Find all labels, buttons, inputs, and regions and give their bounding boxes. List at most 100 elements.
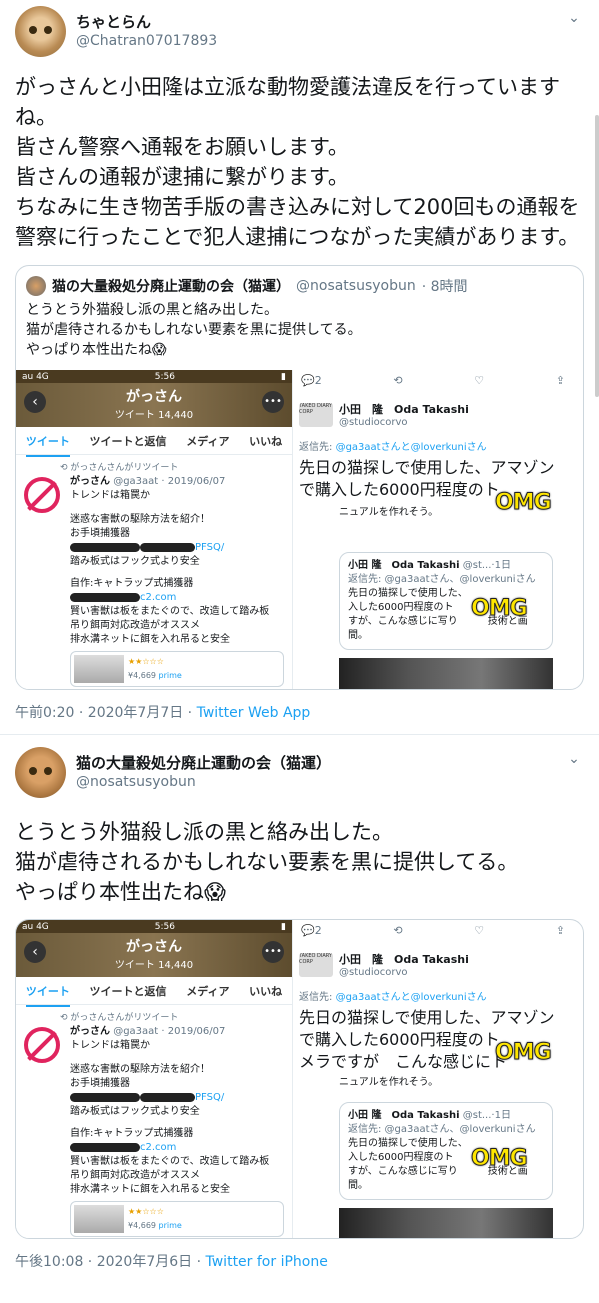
scrollbar[interactable] <box>595 115 599 397</box>
reply-to: 返信先: @ga3aatさんと@loverkuniさん <box>299 992 487 1003</box>
feed-meta: @ga3aat · 2019/06/07 <box>113 476 226 487</box>
display-name[interactable]: ちゃとらん <box>76 12 217 32</box>
redaction <box>70 1092 140 1102</box>
back-arrow-icon: ‹ <box>24 391 46 413</box>
chevron-down-icon[interactable]: ⌄ <box>564 751 584 771</box>
avatar-eye <box>44 766 52 775</box>
quoted-avatar <box>26 276 46 296</box>
logo: TAKEO DIARY CORP <box>299 402 333 427</box>
product-card: ★★☆☆☆ ¥4,669 prime <box>70 651 284 687</box>
clock-label: 5:56 <box>154 371 176 382</box>
tweet-meta: 午前0:20 · 2020年7月7日 · Twitter Web App <box>15 690 584 734</box>
source-link[interactable]: Twitter for iPhone <box>206 1254 328 1270</box>
tweet-text: とうとう外猫殺し派の黒と絡み出した。 猫が虐待されるかもしれない要素を黒に提供し… <box>15 820 519 904</box>
other-header: TAKEO DIARY CORP 小田 隆 Oda Takashi @studio… <box>299 401 583 428</box>
back-arrow-icon: ‹ <box>24 941 46 963</box>
feed-line: 排水溝ネットに餌を入れ吊ると安全 <box>70 1184 230 1195</box>
feed-line: 賢い害獣は板をまたぐので、改造して踏み板 <box>70 1156 270 1167</box>
phone-screenshot: au 4G 5:56 ▮ ‹ がっさん ツイート 14,440 ••• ツイート… <box>16 920 293 1238</box>
phone-screenshot: au 4G 5:56 ▮ ‹ がっさん ツイート 14,440 ••• ツイート… <box>16 370 293 689</box>
attached-image[interactable]: au 4G 5:56 ▮ ‹ がっさん ツイート 14,440 ••• ツイート… <box>16 370 583 689</box>
quoted-tweet-header: 猫の大量殺処分廃止運動の会（猫運） @nosatsusyobun · 8時間 <box>16 266 583 296</box>
tab-media: メディア <box>186 434 230 448</box>
product-price: ¥4,669 <box>128 1221 156 1230</box>
tweet-image[interactable]: au 4G 5:56 ▮ ‹ がっさん ツイート 14,440 ••• ツイート… <box>15 919 584 1239</box>
profile-name: がっさん <box>126 389 182 405</box>
inner-reply-to: 返信先: @ga3aatさん、@loverkuniさん <box>348 1124 536 1135</box>
quoted-tweet[interactable]: 猫の大量殺処分廃止運動の会（猫運） @nosatsusyobun · 8時間 と… <box>15 265 584 690</box>
reply-screenshot: 💬2 ⟲ ♡ ⇪ TAKEO DIARY CORP 小田 隆 Oda Takas… <box>299 370 583 689</box>
tab-likes: いいね <box>249 434 283 448</box>
tab-tweets: ツイート <box>25 433 70 457</box>
profile-tabs: ツイート ツイートと返信 メディア いいね <box>16 427 292 457</box>
feed-line: 賢い害獣は板をまたぐので、改造して踏み板 <box>70 606 270 617</box>
inner-reply-to: 返信先: @ga3aatさん、@loverkuniさん <box>348 574 536 585</box>
tweet-header: 猫の大量殺処分廃止運動の会（猫運） @nosatsusyobun ⌄ <box>15 741 584 803</box>
logo: TAKEO DIARY CORP <box>299 952 333 977</box>
tab-media: メディア <box>186 984 230 998</box>
quoted-text: とうとう外猫殺し派の黒と絡み出した。 猫が虐待されるかもしれない要素を黒に提供し… <box>26 302 362 358</box>
profile-banner: ‹ がっさん ツイート 14,440 ••• <box>16 933 292 977</box>
feed-link: PFSQ/ <box>70 541 284 555</box>
product-price: ¥4,669 <box>128 671 156 680</box>
profile-banner: ‹ がっさん ツイート 14,440 ••• <box>16 383 292 427</box>
retweet-label: ⟲ がっさんさんがリツイート <box>60 463 179 473</box>
divider <box>0 734 599 735</box>
prime-badge: prime <box>158 1221 182 1230</box>
like-icon: ♡ <box>474 374 485 387</box>
avatar[interactable] <box>15 746 66 798</box>
profile-feed: ⟲ がっさんさんがリツイート がっさん @ga3aat · 2019/06/07… <box>16 455 292 687</box>
tab-tweets: ツイート <box>25 983 70 1007</box>
more-icon: ••• <box>262 941 284 963</box>
inner-image <box>339 658 553 689</box>
feed-line: お手頃捕獲器 <box>70 528 130 539</box>
like-icon: ♡ <box>474 924 485 937</box>
other-name: 小田 隆 Oda Takashi <box>339 403 469 416</box>
quoted-time: · 8時間 <box>421 279 468 295</box>
profile-tweet-count: ツイート 14,440 <box>114 410 194 421</box>
timestamp[interactable]: 午前0:20 · 2020年7月7日 · <box>15 705 197 721</box>
profile-tweet-count: ツイート 14,440 <box>114 960 194 971</box>
tweet-header: ちゃとらん @Chatran07017893 ⌄ <box>15 0 584 62</box>
feed-link: c2.com <box>70 591 284 605</box>
other-handle: @studiocorvo <box>339 967 408 978</box>
reply-icon: 💬2 <box>301 924 322 937</box>
feed-line: 迷惑な害獣の駆除方法を紹介！ <box>70 514 210 525</box>
author-info: ちゃとらん @Chatran07017893 <box>76 12 217 51</box>
redaction <box>70 592 140 602</box>
user-handle[interactable]: @nosatsusyobun <box>76 773 331 792</box>
reply-icon: 💬2 <box>301 374 322 387</box>
no-entry-icon <box>24 1027 60 1063</box>
feed-link: c2.com <box>70 1141 284 1155</box>
carrier-label: au 4G <box>22 921 49 932</box>
profile-feed: ⟲ がっさんさんがリツイート がっさん @ga3aat · 2019/06/07… <box>16 1005 292 1237</box>
action-icons: 💬2 ⟲ ♡ ⇪ <box>299 370 583 387</box>
user-handle[interactable]: @Chatran07017893 <box>76 32 217 51</box>
avatar-eye <box>29 766 37 775</box>
source-link[interactable]: Twitter Web App <box>197 705 311 721</box>
feed-author: がっさん <box>70 1026 110 1037</box>
action-icons: 💬2 ⟲ ♡ ⇪ <box>299 920 583 937</box>
redaction <box>140 1092 195 1102</box>
tweet-meta: 午後10:08 · 2020年7月6日 · Twitter for iPhone <box>15 1239 584 1283</box>
carrier-label: au 4G <box>22 371 49 382</box>
redaction <box>70 542 140 552</box>
chevron-down-icon[interactable]: ⌄ <box>564 10 584 30</box>
reply-screenshot: 💬2 ⟲ ♡ ⇪ TAKEO DIARY CORP 小田 隆 Oda Takas… <box>299 920 583 1238</box>
retweet-icon: ⟲ <box>393 374 403 387</box>
timestamp[interactable]: 午後10:08 · 2020年7月6日 · <box>15 1254 206 1270</box>
feed-line: 吊り餌両対応改造がオススメ <box>70 1170 200 1181</box>
quoted-handle: @nosatsusyobun <box>296 278 416 294</box>
retweet-icon: ⟲ <box>393 924 403 937</box>
other-handle: @studiocorvo <box>339 417 408 428</box>
clock-label: 5:56 <box>154 921 176 932</box>
avatar[interactable] <box>15 5 66 57</box>
other-name: 小田 隆 Oda Takashi <box>339 953 469 966</box>
display-name[interactable]: 猫の大量殺処分廃止運動の会（猫運） <box>76 753 331 773</box>
status-bar: au 4G 5:56 ▮ <box>16 370 292 383</box>
tweet-1: ちゃとらん @Chatran07017893 ⌄ がっさんと小田隆は立派な動物愛… <box>0 0 599 734</box>
more-icon: ••• <box>262 391 284 413</box>
profile-name: がっさん <box>126 939 182 955</box>
redaction <box>70 1142 140 1152</box>
feed-line: 自作:キャトラップ式捕獲器 <box>70 578 194 589</box>
